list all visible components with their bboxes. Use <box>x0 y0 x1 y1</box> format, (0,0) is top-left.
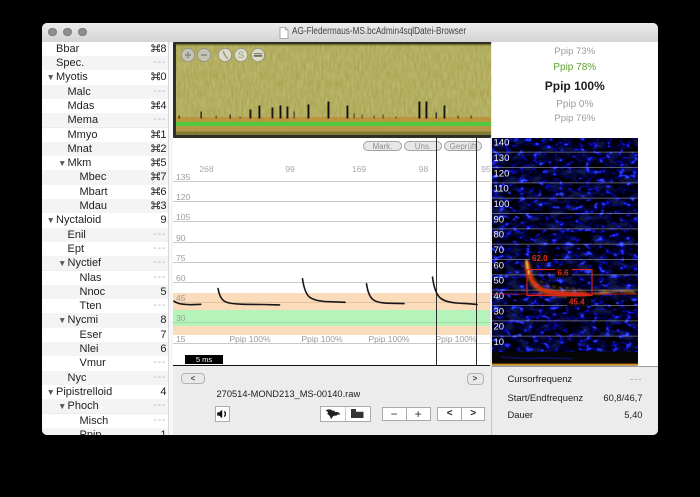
svg-text:30: 30 <box>494 306 505 317</box>
svg-text:45.4: 45.4 <box>569 298 585 307</box>
svg-text:70: 70 <box>494 245 505 256</box>
svg-text:62.0: 62.0 <box>532 254 548 263</box>
svg-text:80: 80 <box>494 230 505 241</box>
svg-text:100: 100 <box>494 199 510 210</box>
svg-text:120: 120 <box>494 168 510 179</box>
svg-text:10: 10 <box>494 337 505 348</box>
svg-text:140: 140 <box>494 138 510 149</box>
svg-text:130: 130 <box>494 153 510 164</box>
svg-text:50: 50 <box>494 276 505 287</box>
svg-text:6.6: 6.6 <box>558 269 570 278</box>
svg-text:20: 20 <box>494 322 505 333</box>
svg-text:110: 110 <box>494 184 509 195</box>
svg-text:60: 60 <box>494 260 505 271</box>
svg-text:40: 40 <box>494 291 505 302</box>
svg-text:S: S <box>238 50 244 61</box>
svg-text:90: 90 <box>494 214 505 225</box>
